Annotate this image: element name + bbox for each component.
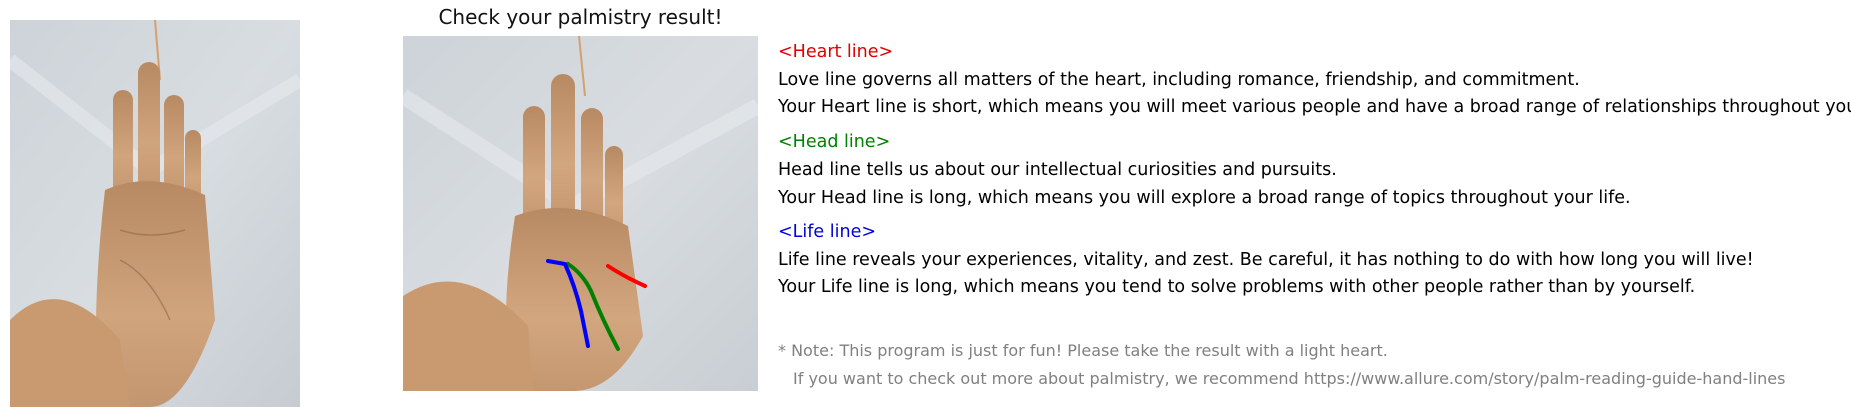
heart-line-description: Love line governs all matters of the hea… [778,70,1580,90]
note-disclaimer: * Note: This program is just for fun! Pl… [778,341,1388,360]
heart-line-result: Your Heart line is short, which means yo… [778,97,1851,117]
note-reference: If you want to check out more about palm… [793,369,1786,388]
life-line-result: Your Life line is long, which means you … [778,277,1696,297]
hand-photo-original [10,20,300,407]
original-hand-image [10,20,300,407]
heart-line-heading: <Heart line> [778,42,894,62]
life-line-heading: <Life line> [778,222,877,242]
life-line-description: Life line reveals your experiences, vita… [778,250,1754,270]
head-line-description: Head line tells us about our intellectua… [778,160,1337,180]
head-line-result: Your Head line is long, which means you … [778,188,1631,208]
result-hand-image [403,36,758,391]
hand-photo-result [403,36,758,391]
head-line-heading: <Head line> [778,132,891,152]
result-title: Check your palmistry result! [438,5,723,29]
